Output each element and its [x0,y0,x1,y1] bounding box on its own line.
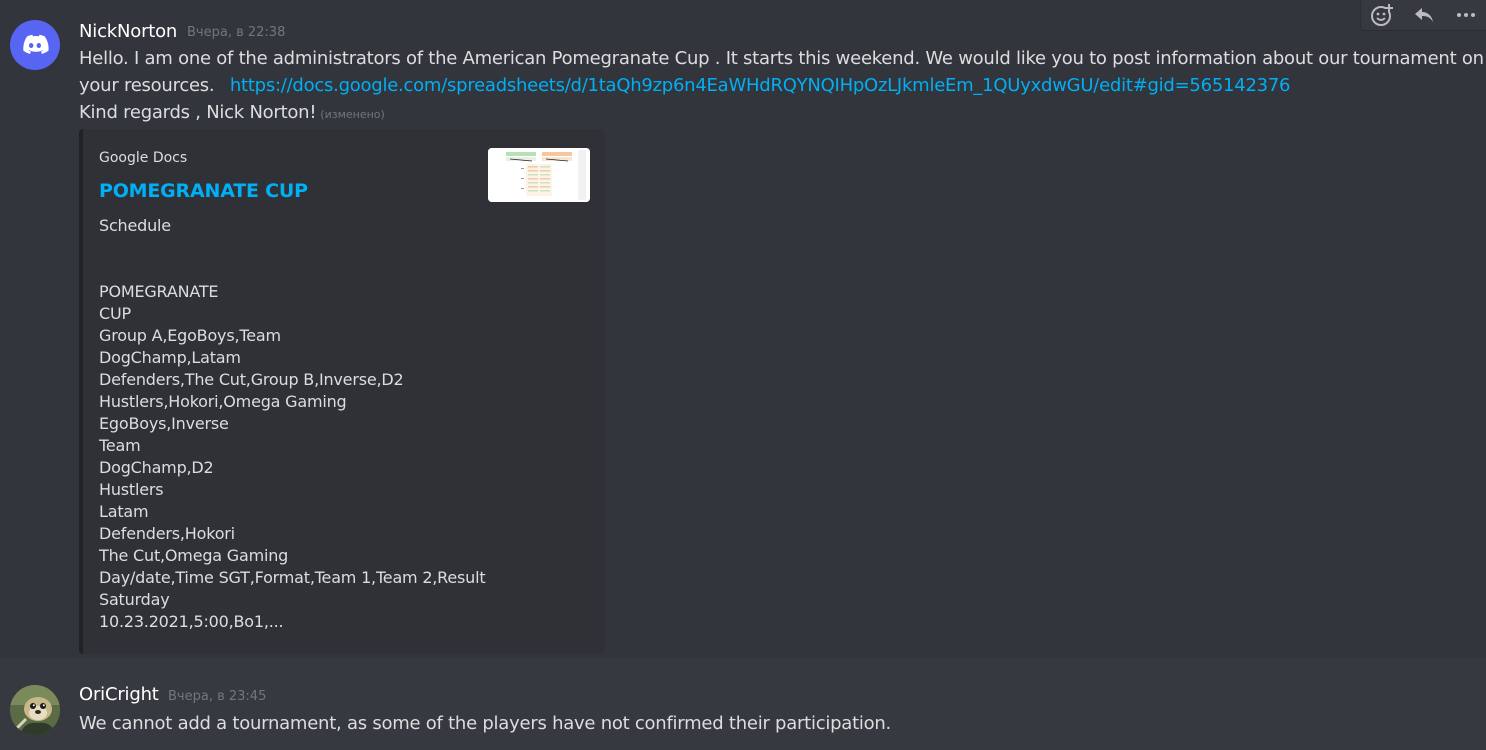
embed-line: Defenders,The Cut,Group B,Inverse,D2 [99,370,404,389]
embed-line: CUP [99,304,131,323]
reply-icon [1415,8,1433,22]
author-name[interactable]: NickNorton [79,21,177,42]
more-button[interactable] [1451,0,1481,30]
user-avatar-icon [10,685,60,735]
embed-thumbnail[interactable] [488,148,590,202]
link-embed: Google Docs POMEGRANATE CUP Schedule POM… [79,129,605,654]
spreadsheet-link[interactable]: https://docs.google.com/spreadsheets/d/1… [230,75,1291,96]
message-text: We cannot add a tournament, as some of t… [79,713,892,734]
embed-line: Latam [99,502,149,521]
timestamp: Вчера, в 23:45 [168,689,267,704]
embed-line: Defenders,Hokori [99,524,235,543]
avatar[interactable] [10,20,60,70]
reply-button[interactable] [1409,0,1439,30]
embed-line: The Cut,Omega Gaming [99,546,289,565]
avatar[interactable] [10,685,60,735]
embed-line: Group A,EgoBoys,Team [99,326,281,345]
spreadsheet-preview-icon [488,148,590,202]
add-reaction-button[interactable] [1367,0,1397,30]
embed-line: EgoBoys,Inverse [99,414,229,433]
embed-content: POMEGRANATE CUP Group A,EgoBoys,Team Dog… [99,281,486,633]
message-text: your resources. [79,75,215,96]
embed-line: POMEGRANATE [99,282,219,301]
embed-line: DogChamp,D2 [99,458,214,477]
embed-provider: Google Docs [99,150,188,166]
embed-line: Day/date,Time SGT,Format,Team 1,Team 2,R… [99,568,486,587]
embed-line: Hustlers,Hokori,Omega Gaming [99,392,347,411]
embed-title[interactable]: POMEGRANATE CUP [99,180,308,202]
discord-logo-icon [23,34,49,54]
embed-line: Team [99,436,141,455]
message-actions-toolbar [1360,0,1486,31]
message-line-1: Hello. I am one of the administrators of… [79,48,1484,69]
message-line-3: Kind regards , Nick Norton! (изменено) [79,99,385,128]
embed-line: Saturday [99,590,170,609]
edited-label: (изменено) [320,108,385,121]
message-text: Kind regards , Nick Norton! [79,102,317,123]
embed-line: Hustlers [99,480,164,499]
timestamp: Вчера, в 22:38 [187,25,286,40]
embed-line: DogChamp,Latam [99,348,241,367]
add-reaction-icon [1371,4,1393,26]
more-icon [1457,13,1475,17]
message-line-2: your resources. https://docs.google.com/… [79,72,1291,99]
embed-description: Schedule [99,216,171,235]
author-name[interactable]: OriCright [79,684,159,705]
embed-line: 10.23.2021,5:00,Bo1,... [99,612,284,631]
